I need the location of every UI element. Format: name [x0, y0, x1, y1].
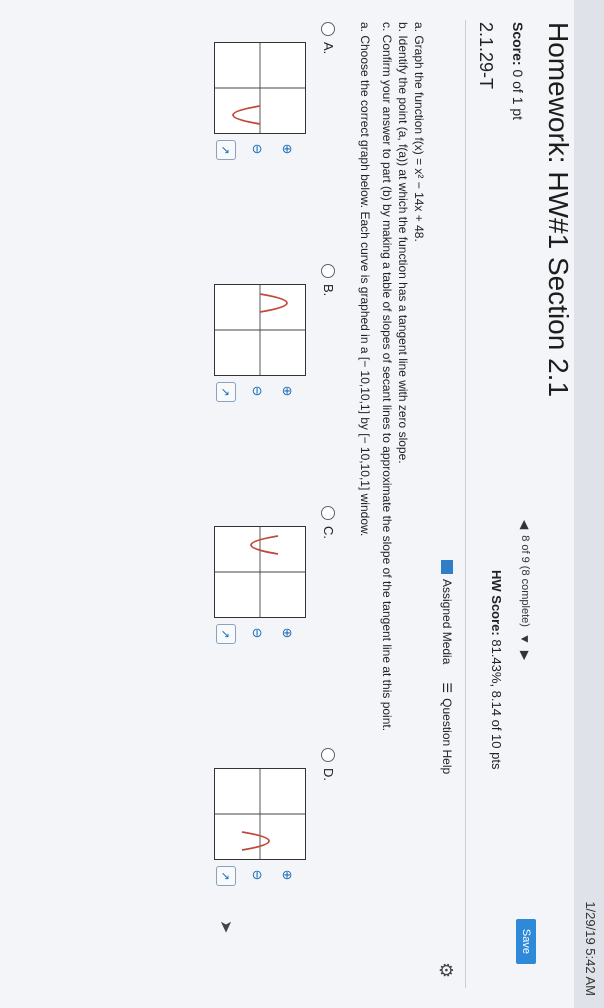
question-dropdown-icon[interactable]: ▼	[518, 633, 532, 645]
option-b-label: B.	[321, 284, 336, 297]
zoom-in-icon[interactable]: ⊕	[278, 624, 296, 642]
arrow-cursor-icon: ➤	[217, 920, 234, 934]
option-d-tools: ⊕ ⊖ ↗	[216, 866, 296, 886]
graph-a-svg	[215, 43, 305, 133]
option-c: C. ⊕ ⊖ ↗	[36, 506, 336, 716]
radio-circle	[321, 22, 336, 36]
media-icon	[441, 560, 453, 574]
gear-icon[interactable]: ⚙	[435, 962, 456, 978]
toolbar: Assigned Media ☰ Question Help	[440, 560, 454, 774]
section-number: 2.1.29-T	[476, 22, 496, 90]
prev-question-icon[interactable]: ◀	[518, 520, 532, 529]
score: Score: 0 of 1 pt	[510, 22, 526, 120]
option-d: D. ⊕ ⊖ ↗	[36, 748, 336, 958]
page-title: Homework: HW#1 Section 2.1	[543, 22, 574, 398]
radio-circle	[321, 264, 336, 278]
top-bar: 1/29/19 5:42 AM	[574, 0, 604, 1008]
zoom-out-icon[interactable]: ⊖	[248, 382, 266, 400]
hw-score: HW Score: 81.43%, 8.14 of 10 pts	[489, 570, 504, 769]
zoom-in-icon[interactable]: ⊕	[278, 140, 296, 158]
score-value: 0 of 1 pt	[510, 69, 526, 121]
option-a-tools: ⊕ ⊖ ↗	[216, 140, 296, 160]
graph-d-svg	[215, 769, 305, 859]
popout-icon[interactable]: ↗	[216, 140, 236, 160]
question-part-a: a. Graph the function f(x) = x² − 14x + …	[412, 22, 426, 242]
rotated-screen: 1/29/19 5:42 AM Homework: HW#1 Section 2…	[0, 0, 604, 1008]
radio-circle	[321, 506, 336, 520]
zoom-in-icon[interactable]: ⊕	[278, 382, 296, 400]
zoom-out-icon[interactable]: ⊖	[248, 866, 266, 884]
question-nav: ◀ 8 of 9 (8 complete) ▼ ▶	[518, 520, 532, 660]
instruction: a. Choose the correct graph below. Each …	[358, 22, 372, 537]
progress-text: 8 of 9 (8 complete)	[519, 535, 531, 627]
option-c-graph	[214, 526, 306, 618]
clock: 1/29/19 5:42 AM	[583, 901, 598, 996]
next-question-icon[interactable]: ▶	[518, 651, 532, 660]
option-b: B. ⊕ ⊖ ↗	[36, 264, 336, 474]
question-help-button[interactable]: ☰ Question Help	[440, 682, 454, 774]
option-c-tools: ⊕ ⊖ ↗	[216, 624, 296, 644]
parabola-curve	[241, 831, 270, 851]
parabola-curve	[250, 535, 279, 555]
zoom-out-icon[interactable]: ⊖	[248, 624, 266, 642]
option-b-tools: ⊕ ⊖ ↗	[216, 382, 296, 402]
option-d-radio[interactable]: D.	[321, 748, 336, 958]
option-c-radio[interactable]: C.	[321, 506, 336, 716]
option-a-radio[interactable]: A.	[321, 22, 336, 232]
save-button[interactable]: Save	[516, 918, 536, 964]
option-d-graph	[214, 768, 306, 860]
popout-icon[interactable]: ↗	[216, 624, 236, 644]
parabola-curve	[259, 293, 288, 313]
graph-c-svg	[215, 527, 305, 617]
zoom-in-icon[interactable]: ⊕	[278, 866, 296, 884]
option-a: A. ⊕ ⊖ ↗	[36, 22, 336, 232]
hw-score-value: 81.43%, 8.14 of 10 pts	[489, 639, 504, 770]
question-help-label: Question Help	[440, 698, 454, 775]
option-d-label: D.	[321, 768, 336, 781]
parabola-curve	[232, 105, 261, 125]
assigned-media-button[interactable]: Assigned Media	[440, 560, 454, 664]
graph-b-svg	[215, 285, 305, 375]
option-a-label: A.	[321, 42, 336, 55]
score-label: Score:	[510, 22, 526, 66]
zoom-out-icon[interactable]: ⊖	[248, 140, 266, 158]
list-icon: ☰	[440, 682, 454, 694]
option-b-graph	[214, 284, 306, 376]
option-c-label: C.	[321, 526, 336, 539]
assigned-media-label: Assigned Media	[440, 579, 454, 665]
option-b-radio[interactable]: B.	[321, 264, 336, 474]
radio-circle	[321, 748, 336, 762]
popout-icon[interactable]: ↗	[216, 382, 236, 402]
question-part-b: b. Identify the point (a, f(a)) at which…	[396, 22, 410, 464]
popout-icon[interactable]: ↗	[216, 866, 236, 886]
hw-score-label: HW Score:	[489, 570, 504, 636]
divider	[465, 20, 466, 988]
option-a-graph	[214, 42, 306, 134]
question-part-c: c. Confirm your answer to part (b) by ma…	[380, 22, 394, 732]
